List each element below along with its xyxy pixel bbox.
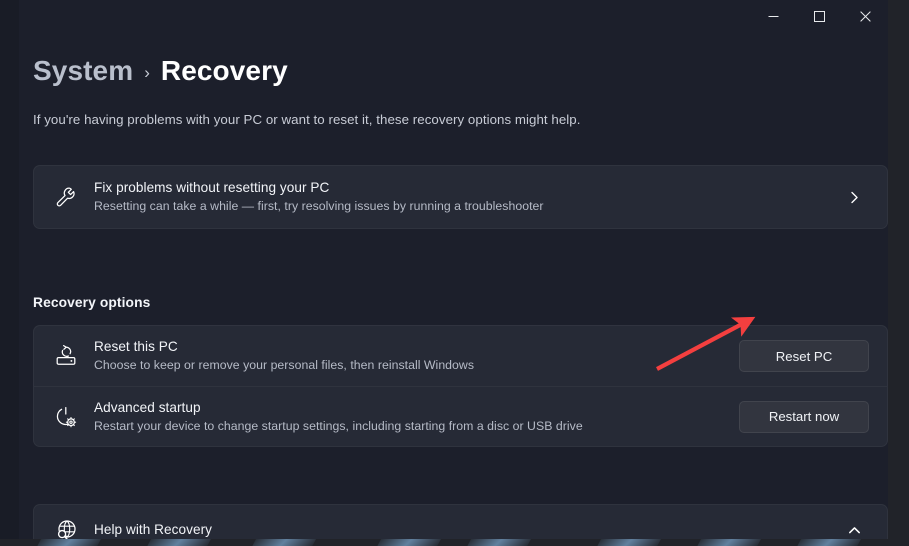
restart-now-button[interactable]: Restart now — [739, 400, 869, 433]
card-advanced-startup[interactable]: Advanced startup Restart your device to … — [33, 386, 888, 447]
sidebar-edge — [0, 0, 19, 539]
card-title: Reset this PC — [94, 339, 178, 354]
recovery-options-group: Reset this PC Choose to keep or remove y… — [33, 325, 888, 447]
settings-content: System › Recovery If you're having probl… — [19, 32, 888, 539]
page-description: If you're having problems with your PC o… — [33, 112, 581, 127]
settings-window: System › Recovery If you're having probl… — [0, 0, 888, 539]
chevron-right-icon: › — [144, 63, 150, 82]
minimize-button[interactable] — [750, 0, 796, 32]
globe-search-icon — [54, 518, 94, 539]
chevron-up-icon[interactable] — [839, 524, 869, 537]
breadcrumb-system-link[interactable]: System — [33, 55, 133, 87]
card-subtitle: Choose to keep or remove your personal f… — [94, 358, 475, 372]
wrench-icon — [54, 185, 94, 209]
power-gear-icon — [54, 405, 94, 429]
card-title: Advanced startup — [94, 399, 201, 415]
card-help-with-recovery[interactable]: Help with Recovery — [33, 504, 888, 539]
screen: System › Recovery If you're having probl… — [0, 0, 909, 546]
reset-pc-icon — [54, 344, 94, 368]
card-fix-problems[interactable]: Fix problems without resetting your PC R… — [33, 165, 888, 229]
card-title: Help with Recovery — [94, 522, 212, 537]
reset-pc-button[interactable]: Reset PC — [739, 340, 869, 372]
card-subtitle: Restart your device to change startup se… — [94, 418, 583, 433]
close-button[interactable] — [842, 0, 888, 32]
card-title: Fix problems without resetting your PC — [94, 180, 330, 195]
card-reset-this-pc[interactable]: Reset this PC Choose to keep or remove y… — [33, 325, 888, 386]
chevron-right-icon[interactable] — [839, 191, 869, 204]
maximize-button[interactable] — [796, 0, 842, 32]
window-titlebar — [0, 0, 888, 32]
card-subtitle: Resetting can take a while — first, try … — [94, 199, 544, 213]
page-title: Recovery — [160, 55, 288, 86]
breadcrumb: System › Recovery — [33, 55, 288, 87]
section-heading-recovery-options: Recovery options — [33, 295, 151, 310]
